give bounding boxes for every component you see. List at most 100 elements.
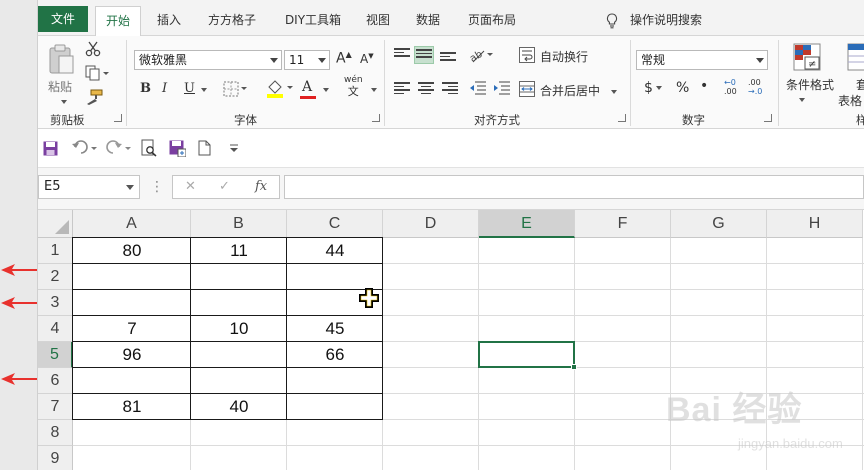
underline-button[interactable]: U [184,81,195,96]
borders-icon[interactable] [222,80,250,98]
font-size-combo[interactable]: 11 [284,50,330,70]
underline-dropdown-icon[interactable] [198,82,207,96]
number-launcher-icon[interactable] [764,114,772,122]
customize-qat-icon[interactable] [226,138,242,158]
tab-data[interactable]: 数据 [408,6,448,36]
cell-b7[interactable]: 40 [191,394,287,420]
row-header-8[interactable]: 8 [38,420,73,446]
comma-button[interactable]: • [700,78,708,94]
formula-input[interactable] [284,175,864,199]
cell-a5[interactable]: 96 [73,342,191,368]
number-format-combo[interactable]: 常规 [636,50,768,70]
format-as-table-top[interactable]: 套 [856,76,864,93]
phonetic-dropdown-icon[interactable] [368,82,377,96]
phonetic-guide-button[interactable]: wén 文 [344,76,363,99]
align-top-icon[interactable] [394,48,410,60]
name-box-dropdown-icon[interactable] [126,185,134,190]
merge-dropdown-icon[interactable] [608,84,617,98]
cell-a1[interactable]: 80 [73,238,191,264]
format-as-table-icon[interactable] [846,42,864,72]
tab-file[interactable]: 文件 [38,6,88,32]
cancel-icon[interactable]: ✕ [185,179,196,194]
conditional-format-button[interactable]: 条件格式 [786,76,834,93]
currency-button[interactable]: $ [644,80,662,96]
select-all-corner[interactable] [38,210,73,238]
column-header-e[interactable]: E [479,210,575,238]
row-header-7[interactable]: 7 [38,394,73,420]
print-preview-icon[interactable] [140,138,158,158]
align-bottom-icon[interactable] [440,52,456,64]
align-center-icon[interactable] [418,82,434,94]
insert-function-icon[interactable]: fx [255,179,267,194]
row-header-5[interactable]: 5 [38,342,73,368]
row-header-1[interactable]: 1 [38,238,73,264]
increase-decimal-button[interactable]: ←0 .00 [724,78,737,96]
row-header-4[interactable]: 4 [38,316,73,342]
fill-handle[interactable] [571,364,577,370]
cell-c1[interactable]: 44 [287,238,383,264]
cell-a4[interactable]: 7 [73,316,191,342]
column-header-f[interactable]: F [575,210,671,238]
italic-button[interactable]: I [162,81,167,96]
cell-b4[interactable]: 10 [191,316,287,342]
cell-c5[interactable]: 66 [287,342,383,368]
tab-page-layout[interactable]: 页面布局 [460,6,524,36]
cell-b1[interactable]: 11 [191,238,287,264]
shrink-font-button[interactable]: A▼ [360,52,374,66]
copy-icon[interactable] [84,64,110,82]
redo-icon[interactable] [104,138,134,158]
merge-center-button[interactable]: 合并后居中 [540,82,600,99]
undo-icon[interactable] [70,138,100,158]
paste-icon[interactable] [44,42,78,76]
tab-home[interactable]: 开始 [95,6,141,37]
wrap-text-button[interactable]: 自动换行 [540,48,588,65]
clipboard-launcher-icon[interactable] [114,114,122,122]
alignment-launcher-icon[interactable] [618,114,626,122]
font-color-button[interactable]: A [302,79,312,95]
merge-center-icon[interactable] [518,80,536,98]
bold-button[interactable]: B [140,81,151,96]
cut-icon[interactable] [84,40,102,58]
cell-c4[interactable]: 45 [287,316,383,342]
format-as-table-button[interactable]: 表格 [838,92,862,109]
format-painter-icon[interactable] [84,88,104,106]
font-name-combo[interactable]: 微软雅黑 [134,50,282,70]
column-header-b[interactable]: B [191,210,287,238]
paste-button[interactable]: 粘贴 [48,78,72,95]
save-icon[interactable] [42,140,58,156]
decrease-decimal-button[interactable]: .00 →.0 [748,78,762,96]
fill-color-icon[interactable] [264,78,296,98]
wrap-text-icon[interactable] [518,46,536,64]
percent-button[interactable]: % [676,80,689,96]
column-header-c[interactable]: C [287,210,383,238]
cell-a7[interactable]: 81 [73,394,191,420]
row-header-6[interactable]: 6 [38,368,73,394]
grow-font-button[interactable]: A▲ [336,50,352,67]
new-file-icon[interactable] [196,138,212,158]
orientation-icon[interactable]: ab [468,46,496,64]
decrease-indent-icon[interactable] [468,80,488,96]
tab-view[interactable]: 视图 [358,6,398,36]
tab-diy-tools[interactable]: DIY工具箱 [275,6,351,36]
column-header-h[interactable]: H [767,210,863,238]
font-color-dropdown-icon[interactable] [320,82,329,96]
column-header-g[interactable]: G [671,210,767,238]
align-right-icon[interactable] [442,82,458,94]
font-launcher-icon[interactable] [372,114,380,122]
row-header-2[interactable]: 2 [38,264,73,290]
column-header-a[interactable]: A [73,210,191,238]
align-left-icon[interactable] [394,82,410,94]
align-middle-icon[interactable] [414,46,434,64]
conditional-format-icon[interactable]: ≠ [792,42,822,72]
increase-indent-icon[interactable] [492,80,512,96]
name-box[interactable]: E5 [38,175,140,199]
save-as-icon[interactable] [168,138,186,158]
tell-me-search[interactable]: 操作说明搜索 [606,10,702,30]
tab-fangfang[interactable]: 方方格子 [200,6,264,36]
row-header-3[interactable]: 3 [38,290,73,316]
column-header-d[interactable]: D [383,210,479,238]
enter-icon[interactable]: ✓ [219,179,230,194]
tab-insert[interactable]: 插入 [148,6,190,36]
row-header-9[interactable]: 9 [38,446,73,470]
conditional-format-dropdown-icon[interactable] [796,92,805,106]
